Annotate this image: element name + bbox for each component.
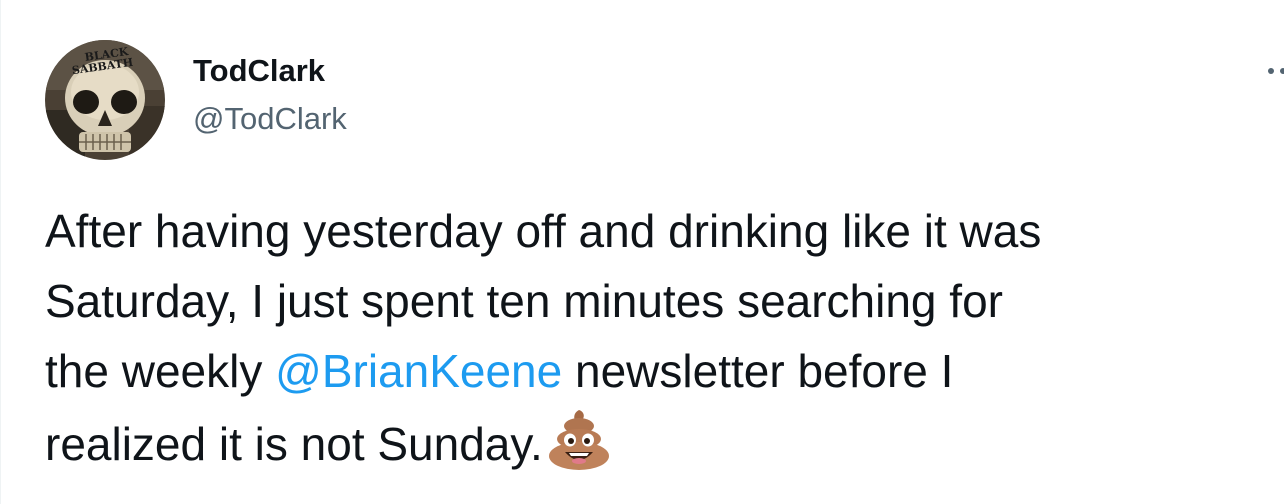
tweet-card[interactable]: BLACK SABBATH TodClark @TodClark After h…: [0, 0, 1284, 504]
skull-album-art-icon: BLACK SABBATH: [45, 40, 165, 160]
author-info: TodClark @TodClark: [193, 52, 347, 138]
tweet-text-line-3-start: the weekly: [45, 345, 276, 397]
tweet-text-line-1: After having yesterday off and drinking …: [45, 205, 1042, 257]
avatar[interactable]: BLACK SABBATH: [45, 40, 165, 160]
tweet-text: After having yesterday off and drinking …: [45, 196, 1284, 479]
user-handle[interactable]: @TodClark: [193, 100, 347, 138]
tweet-text-line-3-end: newsletter before I: [562, 345, 954, 397]
display-name[interactable]: TodClark: [193, 52, 347, 90]
pile-of-poo-emoji-icon: [545, 406, 613, 474]
more-options-button[interactable]: [1263, 60, 1284, 82]
mention-link[interactable]: @BrianKeene: [275, 345, 562, 397]
tweet-text-line-2: Saturday, I just spent ten minutes searc…: [45, 275, 1003, 327]
tweet-text-line-4: realized it is not Sunday.: [45, 418, 543, 470]
more-dots-icon: [1268, 68, 1284, 74]
